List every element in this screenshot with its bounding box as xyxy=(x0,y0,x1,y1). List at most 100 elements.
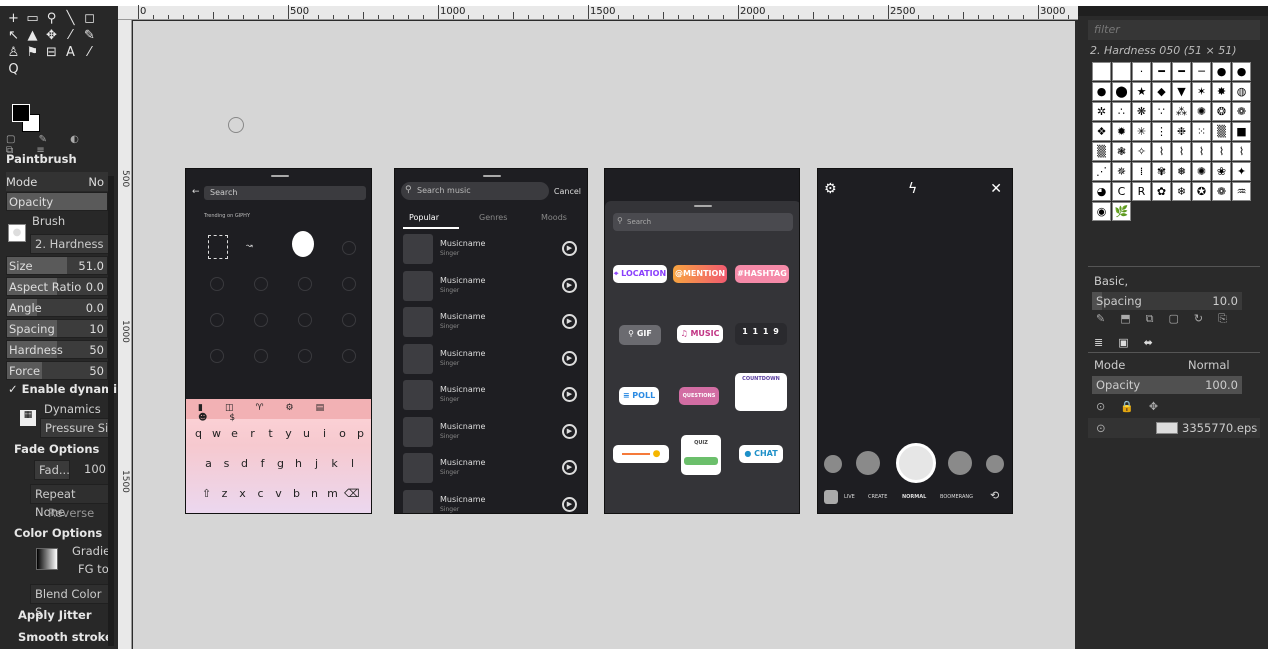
keyboard-key[interactable]: h xyxy=(292,457,305,470)
play-icon[interactable]: ▶ xyxy=(562,423,577,439)
brush-swatch[interactable]: 🌿 xyxy=(1112,202,1131,221)
color-options-title[interactable]: Color Options xyxy=(14,526,102,540)
mode-boomerang[interactable]: BOOMERANG xyxy=(940,494,973,500)
brush-swatch[interactable]: · xyxy=(1132,62,1151,81)
brush-swatch[interactable]: ◉ xyxy=(1092,202,1111,221)
brush-preview[interactable]: ● xyxy=(8,224,26,242)
brush-swatch[interactable]: ✶ xyxy=(1192,82,1211,101)
brush-filter-input[interactable]: filter xyxy=(1088,20,1260,40)
brush-swatch[interactable]: ✦ xyxy=(1232,162,1251,181)
phone-mockup-gif-search[interactable]: ← Search Trending on GIPHY ↝ ▮◫♈⚙▤☻$ qwe… xyxy=(185,168,372,514)
brush-swatch[interactable]: ⋰ xyxy=(1092,162,1111,181)
music-search-field[interactable]: Search music xyxy=(401,182,549,200)
sticker-emoji-slider[interactable]: ● xyxy=(613,445,669,463)
brush-swatch[interactable]: ❂ xyxy=(1212,102,1231,121)
keyboard-key[interactable]: d xyxy=(238,457,251,470)
keyboard-key[interactable]: p xyxy=(354,427,367,440)
keyboard-key[interactable]: n xyxy=(308,487,321,500)
repeat-select[interactable]: Repeat None xyxy=(30,484,110,519)
slider-size[interactable]: Size 51.0 xyxy=(6,256,108,275)
keyboard-key[interactable]: o xyxy=(336,427,349,440)
brush-swatch[interactable]: ✿ xyxy=(1152,182,1171,201)
slider-force[interactable]: Force 50 xyxy=(6,361,108,380)
sticker-chat[interactable]: ● CHAT xyxy=(739,445,783,463)
play-icon[interactable]: ▶ xyxy=(562,460,577,475)
sticker-gif[interactable]: ⚲ GIF xyxy=(619,325,661,345)
brush-swatch[interactable]: ✾ xyxy=(1152,162,1171,181)
sticker-poll[interactable]: ≡ POLL xyxy=(619,387,659,405)
keyboard-key[interactable]: i xyxy=(318,427,331,440)
apply-jitter-checkbox[interactable]: Apply Jitter xyxy=(18,608,92,622)
brush-swatch[interactable]: ✺ xyxy=(1192,102,1211,121)
brush-swatch[interactable]: ⋮ xyxy=(1152,122,1171,141)
keyboard-key[interactable]: j xyxy=(310,457,323,470)
brush-swatch[interactable]: ⁞ xyxy=(1132,162,1151,181)
brush-action-icons[interactable]: ✎⬒⧉▢↻⎘ xyxy=(1096,312,1242,326)
brush-swatch[interactable]: ⌇ xyxy=(1212,142,1231,161)
gallery-icon[interactable] xyxy=(824,490,838,504)
layer-opacity-slider[interactable]: Opacity 100.0 xyxy=(1092,376,1242,394)
music-track-row[interactable]: Musicname Singer ▶ xyxy=(403,307,583,339)
tool-icon[interactable]: + xyxy=(4,10,23,27)
brush-swatch[interactable]: ● xyxy=(1092,82,1111,101)
brush-swatch[interactable]: ▼ xyxy=(1172,82,1191,101)
horizontal-ruler[interactable]: 0 500 1000 1500 2000 2500 3000 xyxy=(118,5,1174,20)
play-icon[interactable]: ▶ xyxy=(562,387,577,402)
eye-icon[interactable]: ⊙ xyxy=(1096,421,1106,435)
mode-select[interactable]: No xyxy=(88,175,104,189)
fade-length-field[interactable]: Fad... xyxy=(34,460,70,480)
dynamics-select[interactable]: Pressure Si xyxy=(40,418,110,438)
tool-icon[interactable]: ╲ xyxy=(61,10,80,27)
layer-row[interactable]: ⊙ 3355770.eps xyxy=(1088,418,1260,438)
sticker-countdown[interactable]: COUNTDOWN xyxy=(735,373,787,411)
sticker-hashtag[interactable]: #HASHTAG xyxy=(735,265,789,283)
keyboard-key[interactable]: k xyxy=(328,457,341,470)
reverse-checkbox[interactable]: Reverse xyxy=(48,506,94,520)
brush-swatch[interactable]: ✲ xyxy=(1092,102,1111,121)
tool-icon[interactable]: ⚲ xyxy=(42,10,61,27)
brush-swatch[interactable]: ⁂ xyxy=(1172,102,1191,121)
gif-placeholder[interactable] xyxy=(210,277,224,291)
sticker-thumb-1[interactable] xyxy=(208,235,228,259)
slider-aspect-ratio[interactable]: Aspect Ratio 0.0 xyxy=(6,277,108,296)
brush-swatch[interactable]: ⁙ xyxy=(1192,122,1211,141)
brush-swatch[interactable]: ▒ xyxy=(1092,142,1111,161)
keyboard-key[interactable]: y xyxy=(282,427,295,440)
gif-placeholder[interactable] xyxy=(342,313,356,327)
filter-dot[interactable] xyxy=(824,455,842,473)
switch-camera-icon[interactable]: ⟲ xyxy=(990,489,999,502)
tool-icon[interactable]: ▲ xyxy=(23,27,42,44)
layer-name[interactable]: 3355770.eps xyxy=(1182,421,1257,435)
brush-swatch[interactable]: ❀ xyxy=(1212,162,1231,181)
brush-swatch[interactable]: ∵ xyxy=(1152,102,1171,121)
phone-mockup-camera[interactable]: ⚙ ϟ ✕ LIVE CREATE NORMAL BOOMERANG ⟲ xyxy=(817,168,1013,514)
fade-options-title[interactable]: Fade Options xyxy=(14,442,99,456)
brush-swatch[interactable]: ❄ xyxy=(1172,182,1191,201)
dock-tab-icons[interactable]: ≣▣⬌ xyxy=(1094,336,1168,349)
layer-mode-select[interactable]: Normal xyxy=(1188,358,1230,372)
keyboard-key[interactable]: s xyxy=(220,457,233,470)
phone-mockup-sticker-tray[interactable]: Search ⚲ ⌖ LOCATION @MENTION #HASHTAG ⚲ … xyxy=(604,168,800,514)
tool-options-tabs[interactable]: ▢ ✎ ◐ ⧉ ≡ xyxy=(6,134,114,156)
brush-swatch[interactable]: ❁ xyxy=(1212,182,1231,201)
brush-swatch[interactable]: ❁ xyxy=(1232,102,1251,121)
brush-swatch[interactable]: ❉ xyxy=(1172,122,1191,141)
blend-color-select[interactable]: Blend Color S xyxy=(30,584,110,619)
gif-placeholder[interactable] xyxy=(298,313,312,327)
brush-swatch[interactable]: ✳ xyxy=(1132,122,1151,141)
tool-icon[interactable]: ◻ xyxy=(80,10,99,27)
sticker-thumb-2[interactable]: ↝ xyxy=(246,241,253,250)
play-icon[interactable]: ▶ xyxy=(562,496,577,512)
keyboard-key[interactable]: ⇧ xyxy=(200,487,213,500)
gradient-preview[interactable] xyxy=(36,548,58,570)
keyboard-key[interactable]: g xyxy=(274,457,287,470)
music-track-row[interactable]: Musicname Singer ▶ xyxy=(403,234,583,266)
brush-swatch[interactable]: ⌇ xyxy=(1232,142,1251,161)
brush-swatch[interactable]: ◕ xyxy=(1092,182,1111,201)
keyboard[interactable]: ▮◫♈⚙▤☻$ qwertyuiop asdfghjkl ⇧ z x c v b n m ⌫ xyxy=(186,399,371,513)
tool-icon[interactable]: ⚑ xyxy=(23,44,42,61)
keyboard-key[interactable]: a xyxy=(202,457,215,470)
tool-icon[interactable]: ▭ xyxy=(23,10,42,27)
sticker-time[interactable]: 1 1 1 9 xyxy=(735,323,787,345)
brush-swatch[interactable]: ❃ xyxy=(1112,142,1131,161)
